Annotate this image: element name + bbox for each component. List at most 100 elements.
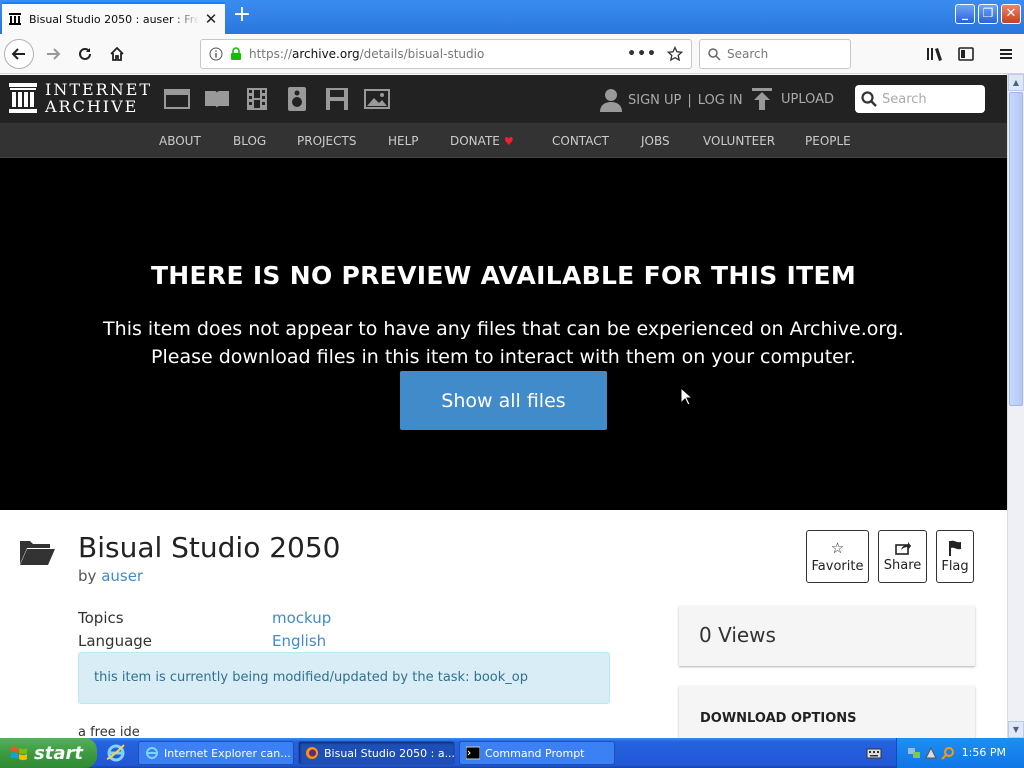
download-options-heading: DOWNLOAD OPTIONS bbox=[679, 686, 975, 738]
sign-up-link[interactable]: SIGN UP bbox=[628, 93, 681, 108]
favorite-label: Favorite bbox=[811, 558, 864, 574]
user-icon bbox=[600, 89, 622, 112]
no-preview-line-1: This item does not appear to have any fi… bbox=[103, 318, 904, 340]
page-actions-icon[interactable]: ••• bbox=[627, 46, 657, 62]
network-tray-icon[interactable] bbox=[907, 746, 921, 760]
nav-people[interactable]: PEOPLE bbox=[805, 134, 851, 148]
metadata-value-topics[interactable]: mockup bbox=[272, 609, 331, 627]
browser-search-placeholder: Search bbox=[727, 47, 769, 61]
page-scrollbar[interactable]: ▲ ▼ bbox=[1007, 74, 1024, 738]
forward-button[interactable] bbox=[38, 39, 68, 69]
search-tray-icon[interactable] bbox=[941, 746, 955, 760]
safely-remove-hardware-icon[interactable] bbox=[924, 746, 938, 760]
account-links: SIGN UP | LOG IN bbox=[600, 88, 743, 112]
item-byline: by auser bbox=[78, 567, 143, 585]
library-button[interactable] bbox=[920, 39, 950, 69]
nav-contact[interactable]: CONTACT bbox=[552, 134, 609, 148]
reload-icon bbox=[79, 47, 91, 60]
taskbar-button-firefox[interactable]: Bisual Studio 2050 : a... bbox=[298, 741, 455, 765]
show-all-files-button[interactable]: Show all files bbox=[400, 371, 607, 430]
mouse-cursor-icon bbox=[680, 387, 692, 406]
search-icon bbox=[861, 91, 877, 107]
web-icon[interactable] bbox=[164, 87, 190, 111]
nav-donate[interactable]: DONATE ♥ bbox=[450, 134, 514, 148]
back-button[interactable] bbox=[4, 39, 34, 69]
nav-projects[interactable]: PROJECTS bbox=[297, 134, 356, 148]
log-in-link[interactable]: LOG IN bbox=[698, 93, 743, 108]
nav-volunteer[interactable]: VOLUNTEER bbox=[703, 134, 775, 148]
nav-jobs[interactable]: JOBS bbox=[641, 134, 670, 148]
metadata-key-topics: Topics bbox=[78, 609, 124, 627]
upload-link[interactable]: UPLOAD bbox=[752, 88, 834, 110]
internet-archive-logo[interactable]: INTERNET ARCHIVE bbox=[9, 81, 152, 115]
ia-search-placeholder: Search bbox=[882, 91, 927, 107]
new-tab-button[interactable]: + bbox=[230, 4, 254, 28]
star-icon: ☆ bbox=[830, 538, 845, 557]
address-bar[interactable]: https://archive.org/details/bisual-studi… bbox=[200, 39, 692, 69]
keyboard-language-icon[interactable] bbox=[866, 746, 882, 760]
video-icon[interactable] bbox=[244, 87, 270, 111]
upload-icon bbox=[752, 88, 772, 110]
flag-icon bbox=[949, 540, 961, 556]
nav-help[interactable]: HELP bbox=[388, 134, 419, 148]
start-button[interactable]: start bbox=[0, 738, 97, 768]
logo-wordmark: INTERNET ARCHIVE bbox=[45, 80, 153, 116]
audio-icon[interactable] bbox=[284, 87, 310, 111]
metadata-value-language[interactable]: English bbox=[272, 632, 326, 650]
share-button[interactable]: Share bbox=[878, 530, 927, 583]
start-label: start bbox=[34, 742, 83, 764]
nav-about[interactable]: ABOUT bbox=[159, 134, 201, 148]
nav-blog[interactable]: BLOG bbox=[233, 134, 266, 148]
software-icon[interactable] bbox=[324, 87, 350, 111]
heart-icon: ♥ bbox=[503, 135, 514, 148]
metadata-key-language: Language bbox=[78, 632, 153, 650]
system-tray: 1:56 PM bbox=[896, 738, 1024, 768]
url-text[interactable]: https://archive.org/details/bisual-studi… bbox=[249, 47, 627, 61]
window-maximize-button[interactable]: ❐ bbox=[978, 4, 998, 24]
sidebar-toggle-button[interactable] bbox=[951, 39, 981, 69]
item-title: Bisual Studio 2050 bbox=[78, 531, 341, 564]
window-minimize-button[interactable]: _ bbox=[955, 4, 975, 24]
texts-icon[interactable] bbox=[204, 87, 230, 111]
favorite-button[interactable]: ☆ Favorite bbox=[806, 530, 869, 583]
scrollbar-thumb[interactable] bbox=[1009, 92, 1023, 406]
ia-secondary-nav: ABOUT BLOG PROJECTS HELP DONATE ♥ CONTACT… bbox=[0, 123, 1007, 158]
author-link[interactable]: auser bbox=[101, 567, 143, 585]
windows-taskbar: start Internet Explorer can... Bisual St… bbox=[0, 738, 1024, 768]
open-menu-button[interactable] bbox=[991, 39, 1021, 69]
browser-tab[interactable]: Bisual Studio 2050 : auser : Free Downlo… bbox=[2, 2, 225, 34]
taskbar-button-label: Bisual Studio 2050 : a... bbox=[324, 746, 455, 760]
account-separator: | bbox=[687, 92, 692, 108]
home-button[interactable] bbox=[102, 39, 132, 69]
by-label: by bbox=[78, 567, 97, 585]
ia-search-input[interactable]: Search bbox=[855, 85, 985, 113]
lock-icon[interactable] bbox=[229, 47, 243, 61]
browser-search-box[interactable]: Search bbox=[699, 39, 851, 69]
browser-toolbar: https://archive.org/details/bisual-studi… bbox=[0, 34, 1024, 74]
upload-label: UPLOAD bbox=[781, 91, 835, 107]
preview-theater: THERE IS NO PREVIEW AVAILABLE FOR THIS I… bbox=[0, 158, 1007, 510]
share-icon bbox=[894, 541, 911, 555]
ia-top-bar: INTERNET ARCHIVE SIGN UP | LOG IN UPLOAD bbox=[0, 75, 1007, 123]
browser-tab-title: Bisual Studio 2050 : auser : Free Downlo… bbox=[29, 12, 199, 26]
taskbar-button-command-prompt[interactable]: Command Prompt bbox=[459, 741, 615, 765]
info-icon[interactable] bbox=[209, 47, 223, 61]
scroll-down-arrow-icon[interactable]: ▼ bbox=[1008, 721, 1024, 738]
browser-tab-strip: Bisual Studio 2050 : auser : Free Downlo… bbox=[0, 0, 1024, 34]
taskbar-button-internet-explorer[interactable]: Internet Explorer can... bbox=[138, 741, 294, 765]
internet-explorer-quicklaunch-icon[interactable] bbox=[106, 743, 126, 763]
tab-close-icon[interactable]: ✕ bbox=[203, 10, 219, 28]
hamburger-menu-icon bbox=[1000, 49, 1012, 59]
window-close-button[interactable]: ✕ bbox=[1001, 4, 1021, 24]
scroll-up-arrow-icon[interactable]: ▲ bbox=[1008, 74, 1024, 91]
windows-logo-icon bbox=[11, 746, 27, 761]
reload-button[interactable] bbox=[70, 39, 100, 69]
images-icon[interactable] bbox=[364, 87, 390, 111]
library-icon bbox=[927, 48, 942, 61]
taskbar-button-label: Command Prompt bbox=[485, 746, 585, 760]
bookmark-star-icon[interactable] bbox=[667, 46, 683, 62]
task-alert: this item is currently being modified/up… bbox=[78, 652, 610, 704]
flag-label: Flag bbox=[941, 558, 969, 574]
command-prompt-icon bbox=[466, 746, 480, 760]
flag-button[interactable]: Flag bbox=[936, 530, 974, 583]
